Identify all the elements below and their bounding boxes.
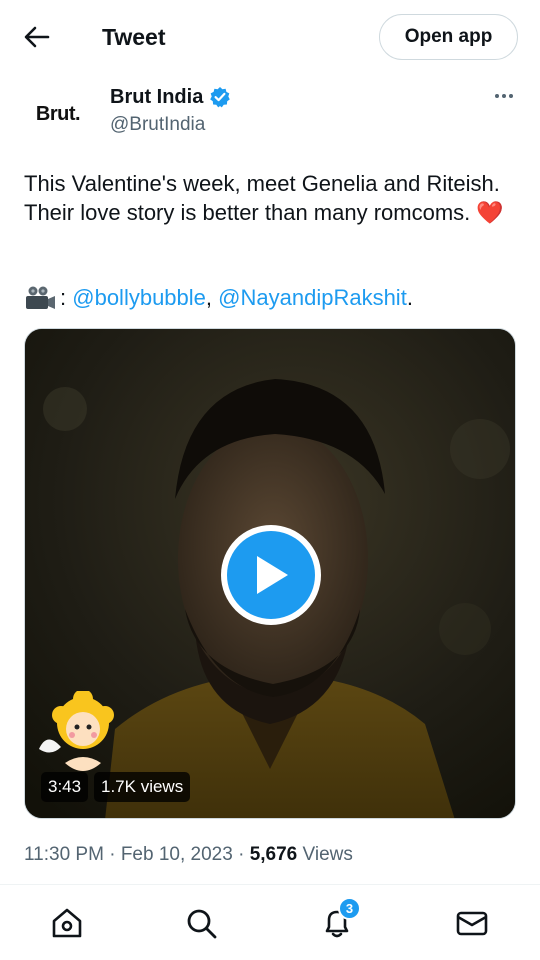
- author-name-row: Brut India: [110, 84, 231, 110]
- meta-separator: ·: [238, 844, 245, 865]
- author-handle[interactable]: @BrutIndia: [110, 113, 205, 137]
- mention-link-bollybubble[interactable]: @bollybubble: [72, 283, 206, 312]
- messages-icon: [456, 911, 488, 936]
- notifications-badge: 3: [338, 897, 361, 920]
- credit-line: : @bollybubble, @NayandipRakshit.: [24, 283, 520, 312]
- nav-home[interactable]: [49, 905, 85, 941]
- credit-end: .: [406, 285, 413, 310]
- avatar[interactable]: Brut.: [24, 80, 92, 148]
- open-app-button[interactable]: Open app: [379, 14, 518, 60]
- search-icon: [187, 909, 217, 939]
- credit-colon: :: [60, 285, 67, 310]
- nav-search[interactable]: [183, 905, 219, 941]
- tweet-time[interactable]: 11:30 PM: [24, 844, 104, 865]
- meta-separator: ·: [109, 844, 116, 865]
- play-icon: [257, 556, 288, 594]
- top-bar: Tweet Open app: [0, 0, 540, 74]
- author-name[interactable]: Brut India: [110, 84, 203, 110]
- more-options-button[interactable]: [488, 84, 520, 108]
- bottom-nav: 3: [0, 885, 540, 960]
- home-icon: [52, 908, 82, 938]
- video-player[interactable]: 3:43 1.7K views: [24, 328, 516, 819]
- video-view-count: 1.7K views: [94, 772, 191, 802]
- video-duration: 3:43: [41, 772, 89, 802]
- mention-link-nayandiprakshit[interactable]: @NayandipRakshit: [218, 283, 407, 312]
- tweet-text: This Valentine's week, meet Genelia and …: [24, 169, 520, 227]
- red-heart-emoji: ❤️: [476, 200, 504, 225]
- tweet-date[interactable]: Feb 10, 2023: [121, 844, 233, 865]
- mention-comma: ,: [205, 285, 213, 310]
- tweet-meta: 11:30 PM · Feb 10, 2023 · 5,676 Views: [24, 842, 353, 868]
- verified-badge-icon: [209, 86, 231, 108]
- more-dots-icon: [495, 94, 499, 98]
- page-title: Tweet: [102, 24, 166, 50]
- back-button[interactable]: [20, 22, 54, 52]
- nav-messages[interactable]: [454, 905, 490, 941]
- cupid-sticker-icon: [39, 691, 114, 771]
- tweet-view-count: 5,676: [249, 844, 298, 865]
- tweet-body: This Valentine's week, meet Genelia and …: [24, 171, 500, 225]
- arrow-left-icon: [24, 26, 50, 48]
- movie-camera-icon: [24, 285, 56, 311]
- tweet-views-label: Views: [302, 844, 353, 865]
- brut-logo: Brut.: [35, 102, 81, 125]
- play-button[interactable]: [221, 525, 321, 625]
